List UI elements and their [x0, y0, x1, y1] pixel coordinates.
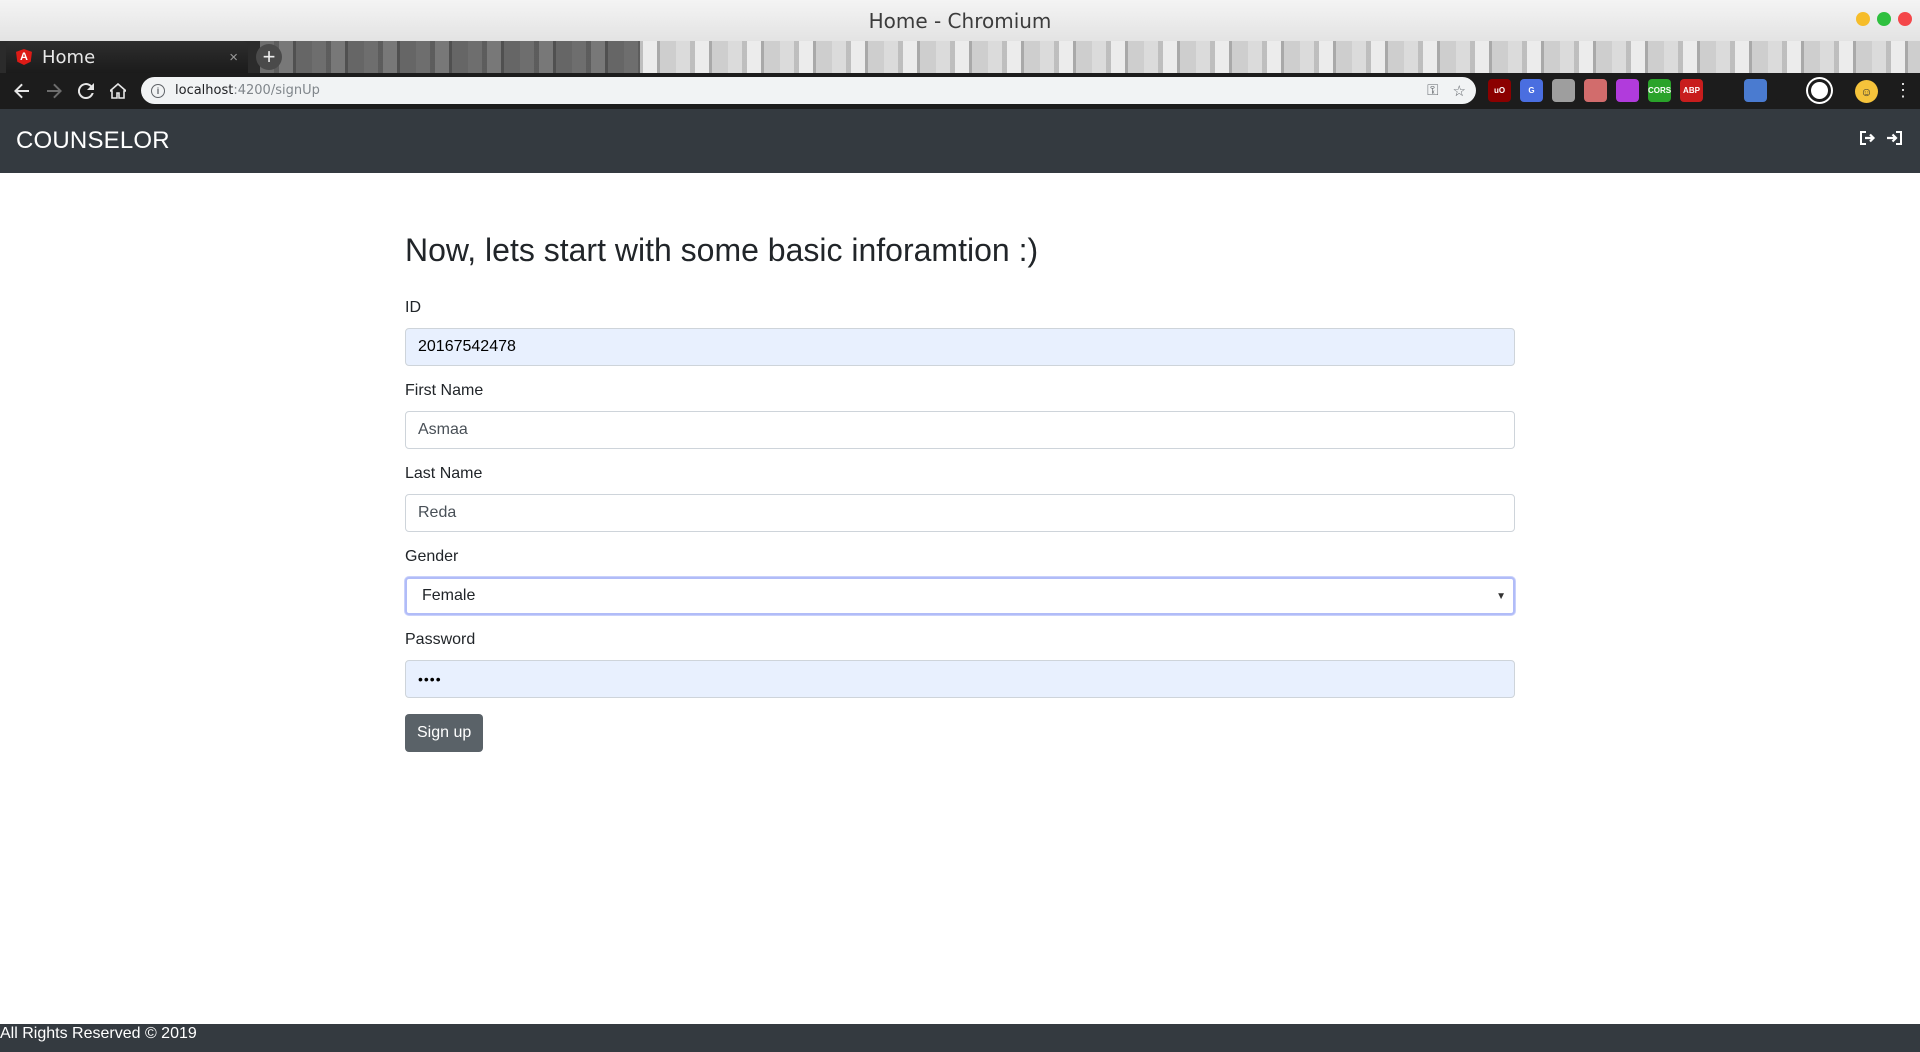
home-icon	[110, 83, 126, 99]
navbar-icons	[1860, 131, 1902, 150]
window-titlebar: Home - Chromium	[0, 0, 1920, 41]
first-name-input[interactable]: Asmaa	[405, 411, 1515, 450]
tab-strip: A Home × +	[0, 41, 1920, 73]
chevron-down-icon: ▼	[1496, 591, 1506, 603]
download-icon[interactable]	[1776, 79, 1799, 102]
reload-button[interactable]	[70, 76, 102, 106]
sign-in-glyph	[1887, 131, 1902, 145]
id-group: ID 20167542478	[405, 299, 1515, 367]
signup-form: ID 20167542478 First Name Asmaa Last Nam…	[405, 299, 1515, 753]
angular-icon: A	[16, 49, 32, 65]
address-bar[interactable]: i localhost:4200/signUp ⚿ ☆	[141, 77, 1476, 104]
sign-in-icon[interactable]	[1886, 131, 1902, 150]
key-icon[interactable]: ⚿	[1427, 82, 1438, 99]
window-title: Home - Chromium	[868, 8, 1052, 33]
forward-button[interactable]	[38, 76, 70, 106]
browser-menu-icon[interactable]: ⋮	[1894, 79, 1912, 101]
id-label: ID	[405, 299, 421, 317]
leaf-icon[interactable]	[1712, 79, 1735, 102]
signup-container: Now, lets start with some basic inforamt…	[405, 173, 1515, 753]
last-name-input[interactable]: Reda	[405, 494, 1515, 533]
ublock-icon[interactable]: uO	[1488, 79, 1511, 102]
password-group: Password ••••	[405, 631, 1515, 699]
gender-select[interactable]: Female ▼	[405, 577, 1515, 616]
password-input[interactable]: ••••	[405, 660, 1515, 699]
close-tab-icon[interactable]: ×	[229, 49, 238, 66]
browser-toolbar: i localhost:4200/signUp ⚿ ☆ uO G CORS ABP ☺…	[0, 73, 1920, 109]
first-name-label: First Name	[405, 382, 484, 400]
translate-icon[interactable]: G	[1520, 79, 1543, 102]
plane-icon[interactable]	[1744, 79, 1767, 102]
forward-arrow-icon	[47, 83, 62, 99]
home-button[interactable]	[102, 76, 134, 106]
reload-icon	[78, 83, 94, 99]
back-button[interactable]	[6, 76, 38, 106]
url-text[interactable]: localhost:4200/signUp	[175, 83, 1413, 98]
new-tab-button[interactable]: +	[256, 44, 282, 70]
last-name-label: Last Name	[405, 465, 483, 483]
id-input[interactable]: 20167542478	[405, 328, 1515, 367]
gender-label: Gender	[405, 548, 459, 566]
footer-copyright: All Rights Reserved © 2019	[0, 1025, 197, 1042]
tab-home[interactable]: A Home ×	[6, 41, 248, 73]
tab-title: Home	[42, 46, 96, 68]
close-window-button[interactable]	[1898, 12, 1912, 26]
back-arrow-icon	[14, 83, 29, 99]
brand-logo[interactable]: COUNSELOR	[16, 127, 170, 155]
url-path: :4200/signUp	[233, 83, 320, 98]
page-title: Now, lets start with some basic inforamt…	[405, 232, 1039, 268]
cors-icon[interactable]: CORS	[1648, 79, 1671, 102]
url-host: localhost	[175, 83, 234, 98]
first-name-group: First Name Asmaa	[405, 382, 1515, 450]
pencil-icon[interactable]	[1584, 79, 1607, 102]
sign-up-button[interactable]: Sign up	[405, 714, 484, 753]
footer: All Rights Reserved © 2019	[0, 1024, 1920, 1052]
site-info-icon[interactable]: i	[151, 83, 165, 98]
password-label: Password	[405, 631, 476, 649]
gender-group: Gender Female ▼	[405, 548, 1515, 616]
cat-icon[interactable]	[1616, 79, 1639, 102]
bookmark-star-icon[interactable]: ☆	[1453, 82, 1466, 100]
sign-out-icon[interactable]	[1860, 131, 1876, 150]
maximize-button[interactable]	[1877, 12, 1891, 26]
abp-icon[interactable]: ABP	[1680, 79, 1703, 102]
docs-icon[interactable]	[1552, 79, 1575, 102]
chrome-icon[interactable]	[1808, 79, 1831, 102]
last-name-group: Last Name Reda	[405, 465, 1515, 533]
minimize-button[interactable]	[1856, 12, 1870, 26]
sign-out-glyph	[1860, 131, 1876, 145]
window-controls	[1856, 12, 1912, 26]
app-navbar: COUNSELOR	[0, 109, 1920, 173]
gender-selected-value: Female	[422, 587, 476, 605]
profile-avatar-icon[interactable]: ☺	[1855, 80, 1878, 103]
extensions-area: uO G CORS ABP	[1488, 79, 1831, 102]
